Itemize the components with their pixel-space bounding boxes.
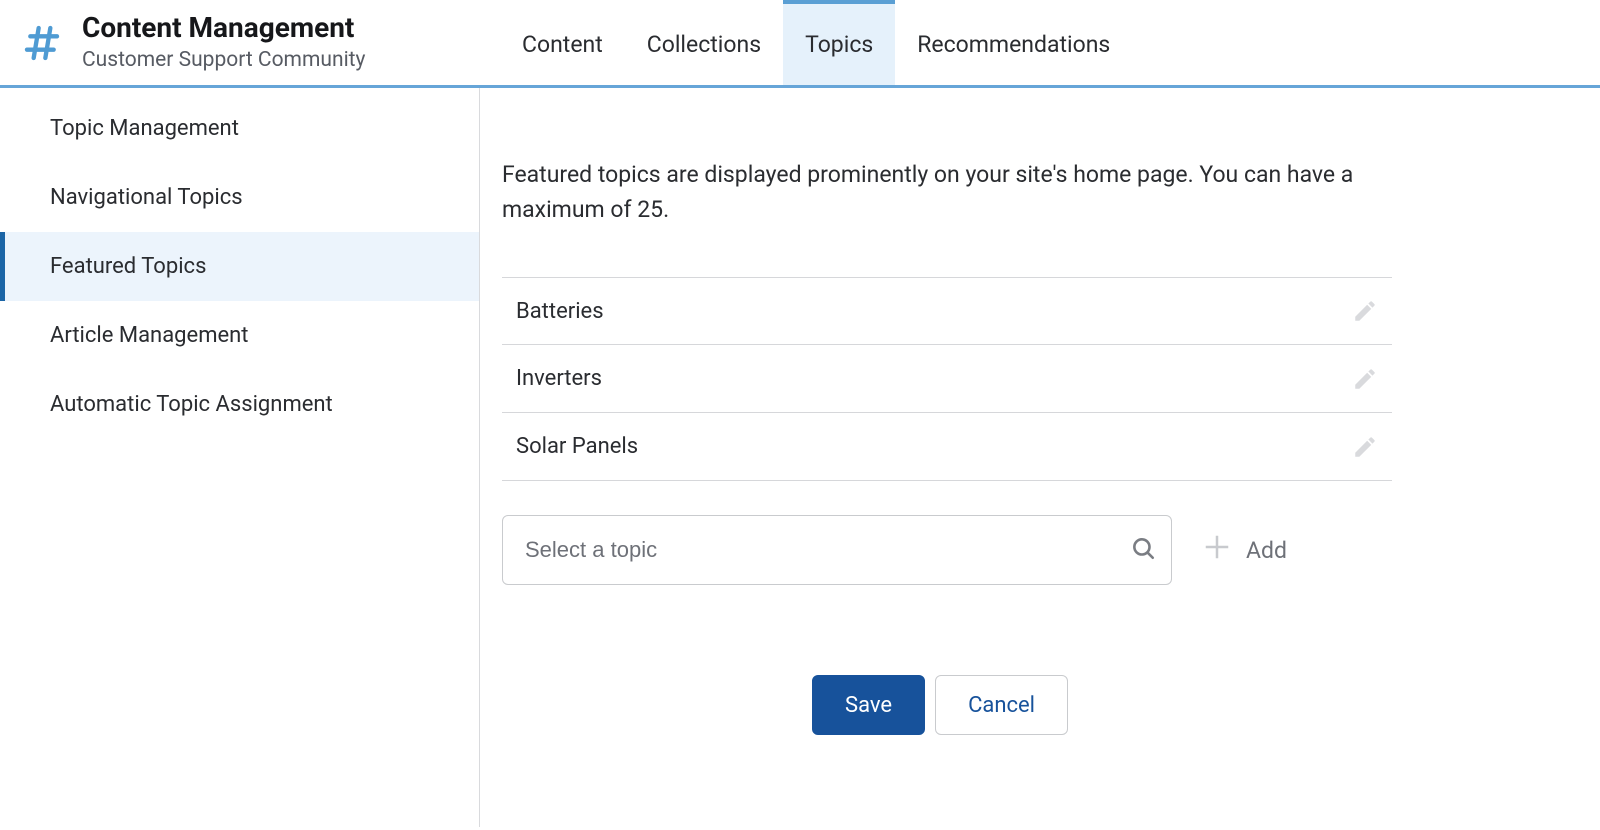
sidebar-item-topic-management[interactable]: Topic Management [0, 94, 479, 163]
topic-name: Inverters [516, 366, 602, 391]
select-topic-input[interactable] [502, 515, 1172, 585]
add-label: Add [1246, 537, 1287, 564]
sidebar: Topic Management Navigational Topics Fea… [0, 88, 480, 827]
search-icon[interactable] [1130, 535, 1156, 565]
topic-row: Solar Panels [502, 413, 1392, 481]
tab-recommendations[interactable]: Recommendations [895, 0, 1132, 85]
plus-icon [1202, 532, 1232, 568]
cancel-button[interactable]: Cancel [935, 675, 1068, 735]
featured-topics-list: Batteries Inverters Solar Panels [502, 277, 1392, 481]
header-tabs: Content Collections Topics Recommendatio… [480, 0, 1132, 85]
topic-row: Inverters [502, 345, 1392, 413]
pencil-icon[interactable] [1352, 366, 1378, 392]
select-topic-row: Add [502, 515, 1392, 585]
page-title: Content Management [82, 13, 365, 44]
main-panel: Featured topics are displayed prominentl… [480, 88, 1600, 827]
description-text: Featured topics are displayed prominentl… [502, 158, 1402, 227]
topic-row: Batteries [502, 277, 1392, 345]
add-topic-button[interactable]: Add [1202, 532, 1287, 568]
body: Topic Management Navigational Topics Fea… [0, 88, 1600, 827]
header-titles: Content Management Customer Support Comm… [82, 13, 365, 72]
hash-icon [20, 21, 64, 65]
topic-select [502, 515, 1172, 585]
sidebar-item-automatic-topic-assignment[interactable]: Automatic Topic Assignment [0, 370, 479, 439]
sidebar-item-featured-topics[interactable]: Featured Topics [0, 232, 479, 301]
pencil-icon[interactable] [1352, 434, 1378, 460]
topic-name: Batteries [516, 299, 604, 324]
tab-topics[interactable]: Topics [783, 0, 895, 85]
tab-collections[interactable]: Collections [625, 0, 783, 85]
header-bar: Content Management Customer Support Comm… [0, 0, 1600, 88]
page-subtitle: Customer Support Community [82, 48, 365, 72]
sidebar-item-navigational-topics[interactable]: Navigational Topics [0, 163, 479, 232]
pencil-icon[interactable] [1352, 298, 1378, 324]
sidebar-item-article-management[interactable]: Article Management [0, 301, 479, 370]
save-button[interactable]: Save [812, 675, 925, 735]
header-left: Content Management Customer Support Comm… [0, 0, 480, 85]
action-buttons: Save Cancel [812, 675, 1510, 735]
topic-name: Solar Panels [516, 434, 638, 459]
tab-content[interactable]: Content [500, 0, 625, 85]
